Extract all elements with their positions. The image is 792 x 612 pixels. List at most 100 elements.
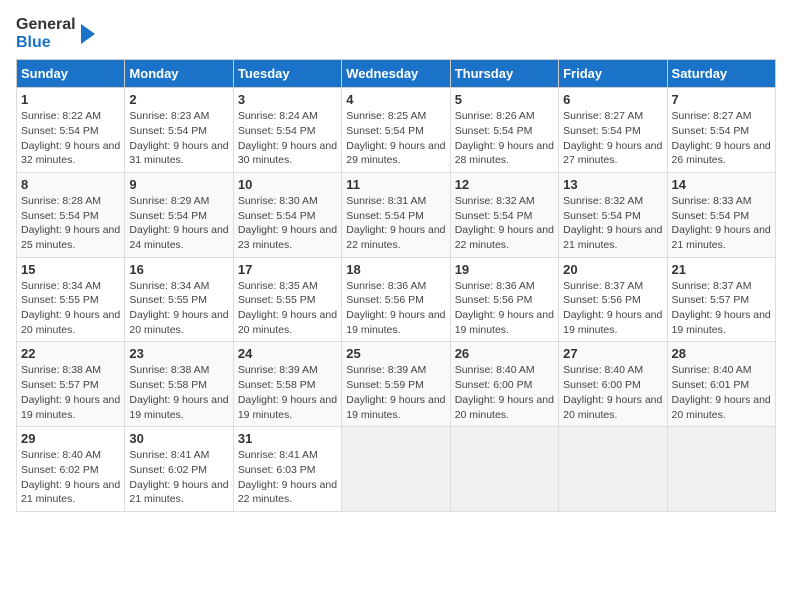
day-cell: 30Sunrise: 8:41 AM Sunset: 6:02 PM Dayli… <box>125 427 233 512</box>
day-number: 3 <box>238 92 337 107</box>
day-cell: 26 Sunrise: 8:40 AM Sunset: 6:00 PM Dayli… <box>450 342 558 427</box>
day-info: Sunrise: 8:27 AM Sunset: 5:54 PM Dayligh… <box>672 109 771 168</box>
day-cell: 6 Sunrise: 8:27 AM Sunset: 5:54 PM Daylig… <box>559 88 667 173</box>
day-info: Sunrise: 8:40 AM Sunset: 6:01 PM Dayligh… <box>672 363 771 422</box>
day-number: 15 <box>21 262 120 277</box>
day-cell: 5 Sunrise: 8:26 AM Sunset: 5:54 PM Daylig… <box>450 88 558 173</box>
day-cell: 25 Sunrise: 8:39 AM Sunset: 5:59 PM Dayli… <box>342 342 450 427</box>
header-cell-friday: Friday <box>559 60 667 88</box>
day-number: 9 <box>129 177 228 192</box>
day-info: Sunrise: 8:36 AM Sunset: 5:56 PM Dayligh… <box>346 279 445 338</box>
day-number: 23 <box>129 346 228 361</box>
day-info: Sunrise: 8:27 AM Sunset: 5:54 PM Dayligh… <box>563 109 662 168</box>
day-number: 31 <box>238 431 337 446</box>
day-info: Sunrise: 8:28 AM Sunset: 5:54 PM Dayligh… <box>21 194 120 253</box>
day-cell: 11 Sunrise: 8:31 AM Sunset: 5:54 PM Dayli… <box>342 172 450 257</box>
day-info: Sunrise: 8:22 AM Sunset: 5:54 PM Dayligh… <box>21 109 120 168</box>
day-number: 13 <box>563 177 662 192</box>
day-number: 2 <box>129 92 228 107</box>
day-info: Sunrise: 8:33 AM Sunset: 5:54 PM Dayligh… <box>672 194 771 253</box>
day-info: Sunrise: 8:34 AM Sunset: 5:55 PM Dayligh… <box>129 279 228 338</box>
day-info: Sunrise: 8:36 AM Sunset: 5:56 PM Dayligh… <box>455 279 554 338</box>
day-info: Sunrise: 8:23 AM Sunset: 5:54 PM Dayligh… <box>129 109 228 168</box>
day-cell: 31Sunrise: 8:41 AM Sunset: 6:03 PM Dayli… <box>233 427 341 512</box>
day-cell: 22 Sunrise: 8:38 AM Sunset: 5:57 PM Dayli… <box>17 342 125 427</box>
day-cell: 15 Sunrise: 8:34 AM Sunset: 5:55 PM Dayli… <box>17 257 125 342</box>
day-cell <box>667 427 775 512</box>
day-cell: 13 Sunrise: 8:32 AM Sunset: 5:54 PM Dayli… <box>559 172 667 257</box>
day-cell: 29 Sunrise: 8:40 AM Sunset: 6:02 PM Dayli… <box>17 427 125 512</box>
day-cell: 18 Sunrise: 8:36 AM Sunset: 5:56 PM Dayli… <box>342 257 450 342</box>
day-cell <box>450 427 558 512</box>
day-info: Sunrise: 8:31 AM Sunset: 5:54 PM Dayligh… <box>346 194 445 253</box>
day-cell: 8Sunrise: 8:28 AM Sunset: 5:54 PM Daylig… <box>17 172 125 257</box>
day-info: Sunrise: 8:24 AM Sunset: 5:54 PM Dayligh… <box>238 109 337 168</box>
day-info: Sunrise: 8:40 AM Sunset: 6:00 PM Dayligh… <box>563 363 662 422</box>
day-number: 6 <box>563 92 662 107</box>
day-number: 25 <box>346 346 445 361</box>
day-info: Sunrise: 8:30 AM Sunset: 5:54 PM Dayligh… <box>238 194 337 253</box>
calendar-header: SundayMondayTuesdayWednesdayThursdayFrid… <box>17 60 776 88</box>
week-row-5: 29 Sunrise: 8:40 AM Sunset: 6:02 PM Dayli… <box>17 427 776 512</box>
day-info: Sunrise: 8:32 AM Sunset: 5:54 PM Dayligh… <box>455 194 554 253</box>
day-number: 10 <box>238 177 337 192</box>
header-row: SundayMondayTuesdayWednesdayThursdayFrid… <box>17 60 776 88</box>
header-cell-tuesday: Tuesday <box>233 60 341 88</box>
day-number: 5 <box>455 92 554 107</box>
logo-container: General Blue <box>16 16 95 51</box>
day-cell: 10 Sunrise: 8:30 AM Sunset: 5:54 PM Dayli… <box>233 172 341 257</box>
day-info: Sunrise: 8:32 AM Sunset: 5:54 PM Dayligh… <box>563 194 662 253</box>
day-cell: 24 Sunrise: 8:39 AM Sunset: 5:58 PM Dayli… <box>233 342 341 427</box>
day-info: Sunrise: 8:38 AM Sunset: 5:58 PM Dayligh… <box>129 363 228 422</box>
day-cell: 4 Sunrise: 8:25 AM Sunset: 5:54 PM Daylig… <box>342 88 450 173</box>
week-row-1: 1 Sunrise: 8:22 AM Sunset: 5:54 PM Daylig… <box>17 88 776 173</box>
logo-blue: Blue <box>16 34 76 52</box>
day-info: Sunrise: 8:39 AM Sunset: 5:59 PM Dayligh… <box>346 363 445 422</box>
week-row-2: 8Sunrise: 8:28 AM Sunset: 5:54 PM Daylig… <box>17 172 776 257</box>
day-cell: 1 Sunrise: 8:22 AM Sunset: 5:54 PM Daylig… <box>17 88 125 173</box>
day-info: Sunrise: 8:29 AM Sunset: 5:54 PM Dayligh… <box>129 194 228 253</box>
day-info: Sunrise: 8:26 AM Sunset: 5:54 PM Dayligh… <box>455 109 554 168</box>
day-number: 22 <box>21 346 120 361</box>
day-cell <box>559 427 667 512</box>
day-info: Sunrise: 8:25 AM Sunset: 5:54 PM Dayligh… <box>346 109 445 168</box>
day-number: 26 <box>455 346 554 361</box>
day-number: 11 <box>346 177 445 192</box>
header-cell-saturday: Saturday <box>667 60 775 88</box>
day-cell: 27 Sunrise: 8:40 AM Sunset: 6:00 PM Dayli… <box>559 342 667 427</box>
day-number: 29 <box>21 431 120 446</box>
week-row-3: 15 Sunrise: 8:34 AM Sunset: 5:55 PM Dayli… <box>17 257 776 342</box>
day-number: 4 <box>346 92 445 107</box>
day-number: 30 <box>129 431 228 446</box>
day-cell: 19 Sunrise: 8:36 AM Sunset: 5:56 PM Dayli… <box>450 257 558 342</box>
day-cell: 20 Sunrise: 8:37 AM Sunset: 5:56 PM Dayli… <box>559 257 667 342</box>
day-info: Sunrise: 8:37 AM Sunset: 5:56 PM Dayligh… <box>563 279 662 338</box>
day-number: 24 <box>238 346 337 361</box>
header-cell-sunday: Sunday <box>17 60 125 88</box>
day-cell: 28Sunrise: 8:40 AM Sunset: 6:01 PM Dayli… <box>667 342 775 427</box>
day-number: 12 <box>455 177 554 192</box>
calendar-table: SundayMondayTuesdayWednesdayThursdayFrid… <box>16 59 776 512</box>
day-info: Sunrise: 8:35 AM Sunset: 5:55 PM Dayligh… <box>238 279 337 338</box>
day-number: 17 <box>238 262 337 277</box>
day-cell: 23 Sunrise: 8:38 AM Sunset: 5:58 PM Dayli… <box>125 342 233 427</box>
day-number: 27 <box>563 346 662 361</box>
day-cell: 21Sunrise: 8:37 AM Sunset: 5:57 PM Dayli… <box>667 257 775 342</box>
day-cell: 9 Sunrise: 8:29 AM Sunset: 5:54 PM Daylig… <box>125 172 233 257</box>
day-info: Sunrise: 8:34 AM Sunset: 5:55 PM Dayligh… <box>21 279 120 338</box>
day-cell: 12 Sunrise: 8:32 AM Sunset: 5:54 PM Dayli… <box>450 172 558 257</box>
day-number: 19 <box>455 262 554 277</box>
week-row-4: 22 Sunrise: 8:38 AM Sunset: 5:57 PM Dayli… <box>17 342 776 427</box>
day-number: 18 <box>346 262 445 277</box>
day-info: Sunrise: 8:40 AM Sunset: 6:00 PM Dayligh… <box>455 363 554 422</box>
logo-arrow-icon <box>81 24 95 44</box>
day-info: Sunrise: 8:40 AM Sunset: 6:02 PM Dayligh… <box>21 448 120 507</box>
header-cell-thursday: Thursday <box>450 60 558 88</box>
logo-general: General <box>16 16 76 34</box>
day-cell: 14Sunrise: 8:33 AM Sunset: 5:54 PM Dayli… <box>667 172 775 257</box>
day-info: Sunrise: 8:39 AM Sunset: 5:58 PM Dayligh… <box>238 363 337 422</box>
day-info: Sunrise: 8:38 AM Sunset: 5:57 PM Dayligh… <box>21 363 120 422</box>
logo-text-block: General Blue <box>16 16 76 51</box>
day-number: 20 <box>563 262 662 277</box>
day-number: 1 <box>21 92 120 107</box>
